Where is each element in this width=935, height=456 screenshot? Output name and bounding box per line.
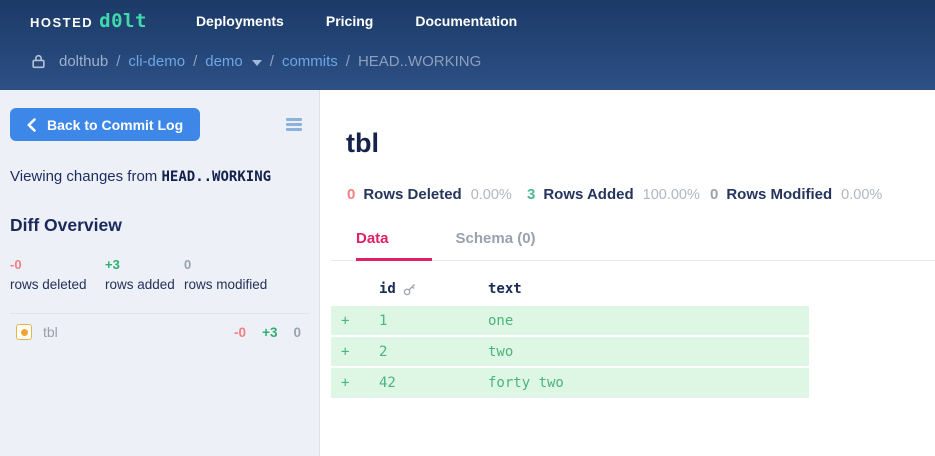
app-window: HOSTED d0lt Deployments Pricing Document… (0, 0, 935, 456)
rows-added-label: Rows Added (543, 186, 633, 203)
nav-documentation[interactable]: Documentation (394, 7, 538, 35)
menu-icon[interactable] (283, 115, 305, 134)
database-dropdown-caret-icon[interactable] (252, 60, 262, 66)
viewing-changes-text: Viewing changes from HEAD..WORKING (10, 168, 309, 185)
tab-schema[interactable]: Schema (0) (456, 230, 536, 260)
rows-added-value: +3 (105, 257, 184, 272)
site-header: HOSTED d0lt Deployments Pricing Document… (0, 0, 935, 90)
cell-id: 1 (379, 313, 488, 329)
breadcrumb-owner[interactable]: dolthub (59, 53, 108, 70)
breadcrumb-deployment[interactable]: cli-demo (128, 53, 185, 70)
diff-main-panel: tbl 0 Rows Deleted 0.00% 3 Rows Added 10… (320, 90, 935, 456)
rows-modified-label: Rows Modified (726, 186, 832, 203)
breadcrumb-separator: / (346, 53, 350, 70)
breadcrumb-commit-range: HEAD..WORKING (358, 53, 481, 70)
rows-added-label: rows added (105, 277, 184, 292)
diff-plus-cell: + (331, 344, 379, 360)
rows-added-value: 3 (527, 186, 535, 203)
column-header-text: text (488, 281, 809, 297)
stat-rows-added: +3 rows added (105, 257, 184, 292)
sidebar-table-item-tbl[interactable]: tbl -0 +3 0 (0, 314, 319, 350)
stat-rows-deleted: -0 rows deleted (10, 257, 105, 292)
breadcrumb: dolthub / cli-demo / demo / commits / HE… (30, 53, 935, 70)
table-row-added: + 42 forty two (331, 368, 809, 397)
logo-dolt-text: d0lt (99, 10, 147, 32)
rows-deleted-percent: 0.00% (471, 187, 512, 203)
chevron-left-icon (27, 118, 36, 132)
nav-deployments[interactable]: Deployments (175, 7, 305, 35)
rows-added-percent: 100.00% (643, 187, 700, 203)
back-to-commit-log-button[interactable]: Back to Commit Log (10, 108, 200, 141)
rows-modified-value: 0 (184, 257, 267, 272)
logo-hosted-text: HOSTED (30, 15, 93, 30)
lock-icon (30, 53, 47, 70)
stat-rows-modified: 0 Rows Modified 0.00% (710, 186, 882, 203)
nav-pricing[interactable]: Pricing (305, 7, 394, 35)
cell-text: forty two (488, 375, 809, 391)
breadcrumb-separator: / (193, 53, 197, 70)
rows-modified-percent: 0.00% (841, 187, 882, 203)
sidebar-table-name: tbl (43, 324, 58, 340)
hosted-dolt-logo[interactable]: HOSTED d0lt (30, 10, 147, 32)
breadcrumb-database[interactable]: demo (205, 53, 243, 70)
diff-sidebar: Back to Commit Log Viewing changes from … (0, 90, 320, 456)
breadcrumb-commits[interactable]: commits (282, 53, 338, 70)
diff-overview-title: Diff Overview (10, 215, 309, 236)
rows-modified-label: rows modified (184, 277, 267, 292)
cell-text: two (488, 344, 809, 360)
diff-plus-cell: + (331, 375, 379, 391)
table-deleted-count: -0 (234, 325, 246, 340)
column-name-id: id (379, 281, 396, 297)
cell-id: 42 (379, 375, 488, 391)
table-row-added: + 1 one (331, 306, 809, 335)
stat-rows-added: 3 Rows Added 100.00% (527, 186, 710, 203)
tab-data[interactable]: Data (356, 230, 432, 261)
table-modified-icon (16, 324, 32, 340)
table-added-count: +3 (262, 325, 277, 340)
table-title: tbl (346, 128, 935, 159)
top-nav: HOSTED d0lt Deployments Pricing Document… (30, 0, 935, 36)
table-row-added: + 2 two (331, 337, 809, 366)
nav-links: Deployments Pricing Documentation (175, 7, 538, 35)
diff-overview-stats: -0 rows deleted +3 rows added 0 rows mod… (10, 257, 309, 292)
rows-deleted-label: Rows Deleted (363, 186, 461, 203)
rows-modified-value: 0 (710, 186, 718, 203)
diff-tabs: Data Schema (0) (331, 230, 935, 261)
diff-type-column-header (331, 281, 379, 297)
breadcrumb-separator: / (116, 53, 120, 70)
rows-deleted-label: rows deleted (10, 277, 105, 292)
primary-key-icon (403, 283, 416, 296)
stat-rows-modified: 0 rows modified (184, 257, 267, 292)
rows-deleted-value: -0 (10, 257, 105, 272)
page-body: Back to Commit Log Viewing changes from … (0, 90, 935, 456)
rows-deleted-value: 0 (347, 186, 355, 203)
breadcrumb-separator: / (270, 53, 274, 70)
cell-text: one (488, 313, 809, 329)
stat-rows-deleted: 0 Rows Deleted 0.00% (347, 186, 527, 203)
table-header-row: id text (331, 276, 809, 306)
cell-id: 2 (379, 344, 488, 360)
back-button-label: Back to Commit Log (47, 117, 183, 133)
viewing-prefix: Viewing changes from (10, 168, 157, 185)
table-diff-stats: 0 Rows Deleted 0.00% 3 Rows Added 100.00… (347, 186, 935, 203)
diff-plus-cell: + (331, 313, 379, 329)
table-modified-count: 0 (293, 325, 301, 340)
column-header-id: id (379, 281, 488, 297)
diff-data-table: id text + 1 one (331, 276, 809, 398)
viewing-ref: HEAD..WORKING (161, 169, 271, 185)
